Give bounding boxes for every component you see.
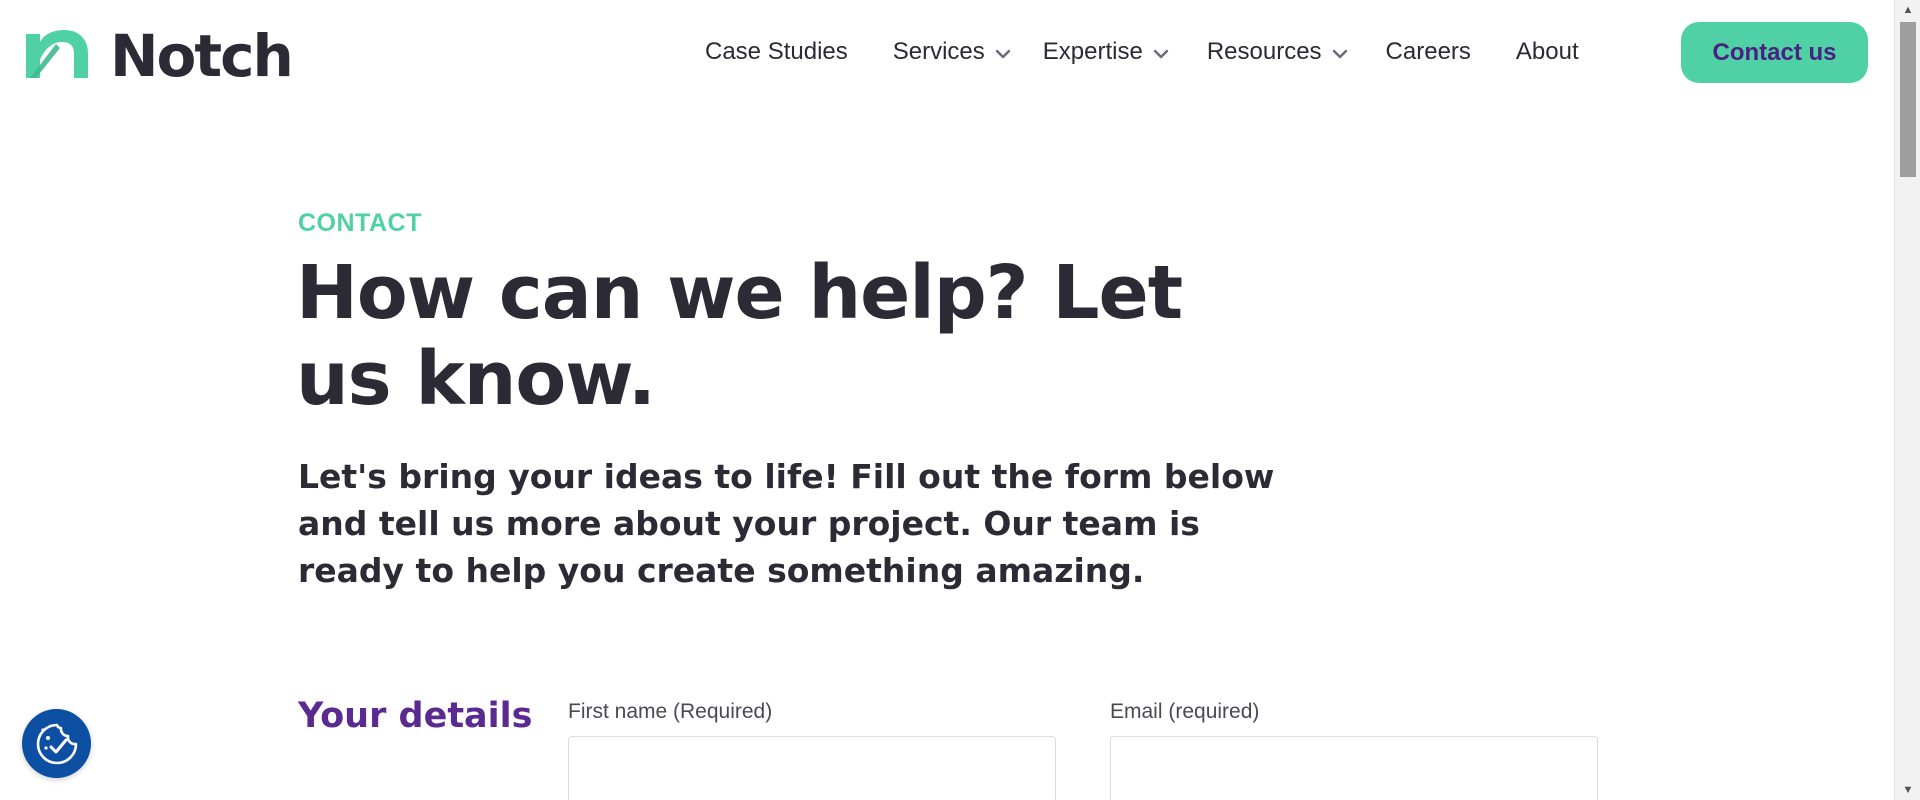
nav-item-label: About [1515, 38, 1579, 65]
email-label: Email (required) [1110, 700, 1260, 723]
chevron-down-icon [995, 49, 1010, 59]
scrollbar-thumb[interactable] [1900, 22, 1916, 177]
page: Notch Case Studies Services Expertise Re… [0, 0, 1920, 800]
cookie-consent-button[interactable] [22, 709, 91, 778]
nav-item-label: Case Studies [705, 38, 848, 65]
main-nav: Case Studies Services Expertise Resource… [705, 30, 1579, 74]
site-header: Notch Case Studies Services Expertise Re… [0, 0, 1894, 104]
scroll-up-arrow-icon[interactable]: ▲ [1895, 0, 1920, 20]
page-title: How can we help? Let us know. [296, 250, 1183, 422]
nav-item-resources[interactable]: Resources [1207, 38, 1348, 66]
logo-wordmark: Notch [110, 22, 294, 90]
email-field[interactable] [1110, 736, 1598, 800]
notch-logo-icon [26, 30, 88, 78]
page-description: Let's bring your ideas to life! Fill out… [298, 457, 1275, 590]
logo-link[interactable]: Notch [26, 22, 294, 90]
nav-item-label: Services [892, 38, 985, 65]
chevron-down-icon [1153, 49, 1169, 59]
scroll-down-arrow-icon[interactable]: ▼ [1895, 780, 1920, 800]
nav-item-label: Resources [1206, 38, 1322, 65]
nav-item-case-studies[interactable]: Case Studies [705, 38, 848, 66]
section-eyebrow: CONTACT [298, 209, 422, 237]
chevron-down-icon [1332, 49, 1347, 59]
form-section-title: Your details [298, 696, 533, 736]
nav-item-expertise[interactable]: Expertise [1043, 38, 1169, 66]
page-scrollbar[interactable]: ▲ ▼ [1894, 0, 1920, 800]
nav-item-services[interactable]: Services [893, 38, 1011, 66]
first-name-label: First name (Required) [568, 700, 773, 723]
nav-item-about[interactable]: About [1516, 38, 1579, 66]
contact-us-button[interactable]: Contact us [1681, 22, 1868, 83]
cookie-consent-icon [36, 723, 77, 764]
nav-item-label: Careers [1385, 38, 1471, 65]
first-name-field[interactable] [568, 736, 1056, 800]
nav-item-careers[interactable]: Careers [1386, 38, 1471, 66]
nav-item-label: Expertise [1042, 38, 1143, 65]
